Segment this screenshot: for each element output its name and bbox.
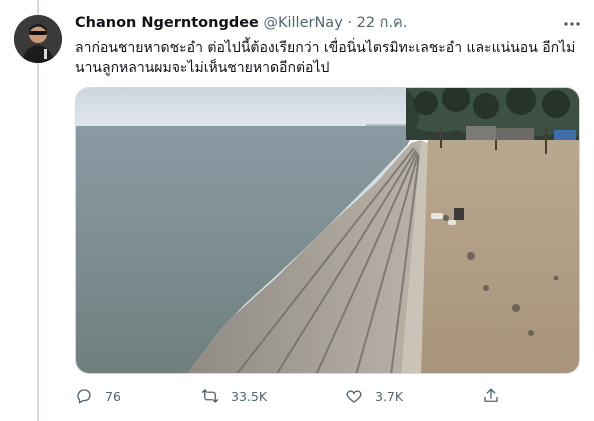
avatar-image — [14, 15, 62, 63]
user-handle[interactable]: @KillerNay — [263, 15, 342, 31]
avatar[interactable] — [14, 15, 62, 63]
heart-icon — [346, 390, 362, 403]
beach-seawall-photo — [76, 88, 579, 373]
share-icon — [484, 388, 498, 402]
display-name[interactable]: Chanon Ngerntongdee — [75, 15, 259, 31]
thread-connector-line — [37, 0, 39, 421]
reply-icon — [77, 389, 91, 404]
reply-button[interactable]: 76 — [75, 386, 121, 406]
share-button[interactable] — [482, 386, 500, 406]
more-dots-icon — [564, 22, 580, 26]
retweet-icon — [201, 389, 219, 403]
more-options-button[interactable] — [562, 14, 582, 34]
retweet-button[interactable]: 33.5K — [201, 386, 267, 406]
tweet-text: ลาก่อนชายหาดชะอำ ต่อไปนี้ต้องเรียกว่า เข… — [75, 40, 576, 76]
separator-dot: · — [347, 15, 352, 31]
reply-count: 76 — [105, 388, 121, 404]
tweet-actions: 76 33.5K 3.7K — [75, 386, 580, 406]
tweet-header: Chanon Ngerntongdee @KillerNay · 22 ก.ค. — [75, 13, 555, 33]
tweet-media-photo[interactable] — [75, 87, 580, 374]
timestamp[interactable]: 22 ก.ค. — [357, 15, 408, 31]
like-button[interactable]: 3.7K — [345, 386, 403, 406]
retweet-count: 33.5K — [231, 388, 268, 404]
like-count: 3.7K — [375, 388, 404, 404]
